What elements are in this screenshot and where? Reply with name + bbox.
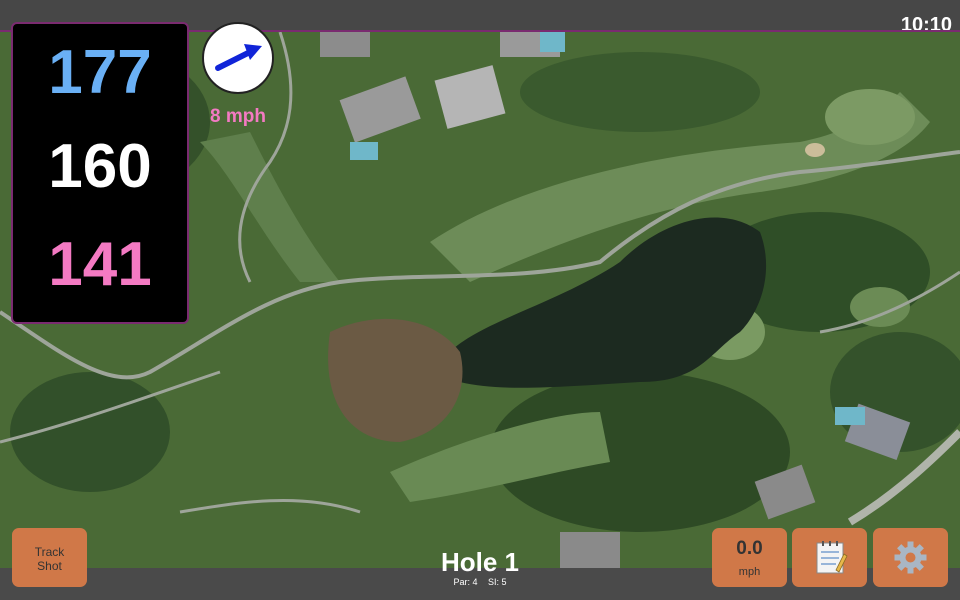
settings-button[interactable] (873, 528, 948, 587)
hole-meta: Par: 4 SI: 5 (380, 577, 580, 587)
notes-button[interactable] (792, 528, 867, 587)
hole-title: Hole 1 (440, 547, 520, 577)
gear-icon (894, 541, 927, 574)
notepad-icon (816, 541, 848, 574)
middle-yardage: 160 (48, 132, 152, 201)
yardage-panel: 177 160 141 (11, 22, 189, 324)
wind-arrow-icon (215, 44, 262, 71)
back-yardage: 177 (48, 38, 152, 107)
track-shot-label-line2: Shot (37, 559, 62, 573)
hole-stroke-index: SI: 5 (488, 577, 507, 587)
track-shot-button[interactable]: Track Shot (12, 528, 87, 587)
wind-indicator (202, 22, 274, 94)
wind-speed-button[interactable]: 0.0 mph (712, 528, 787, 587)
track-shot-label-line1: Track (34, 545, 65, 559)
front-yardage: 141 (48, 230, 152, 299)
hole-par: Par: 4 (453, 577, 478, 587)
wind-speed-label: 8 mph (210, 106, 266, 127)
wind-speed-value: 0.0 (736, 538, 763, 559)
wind-speed-unit: mph (738, 566, 761, 578)
